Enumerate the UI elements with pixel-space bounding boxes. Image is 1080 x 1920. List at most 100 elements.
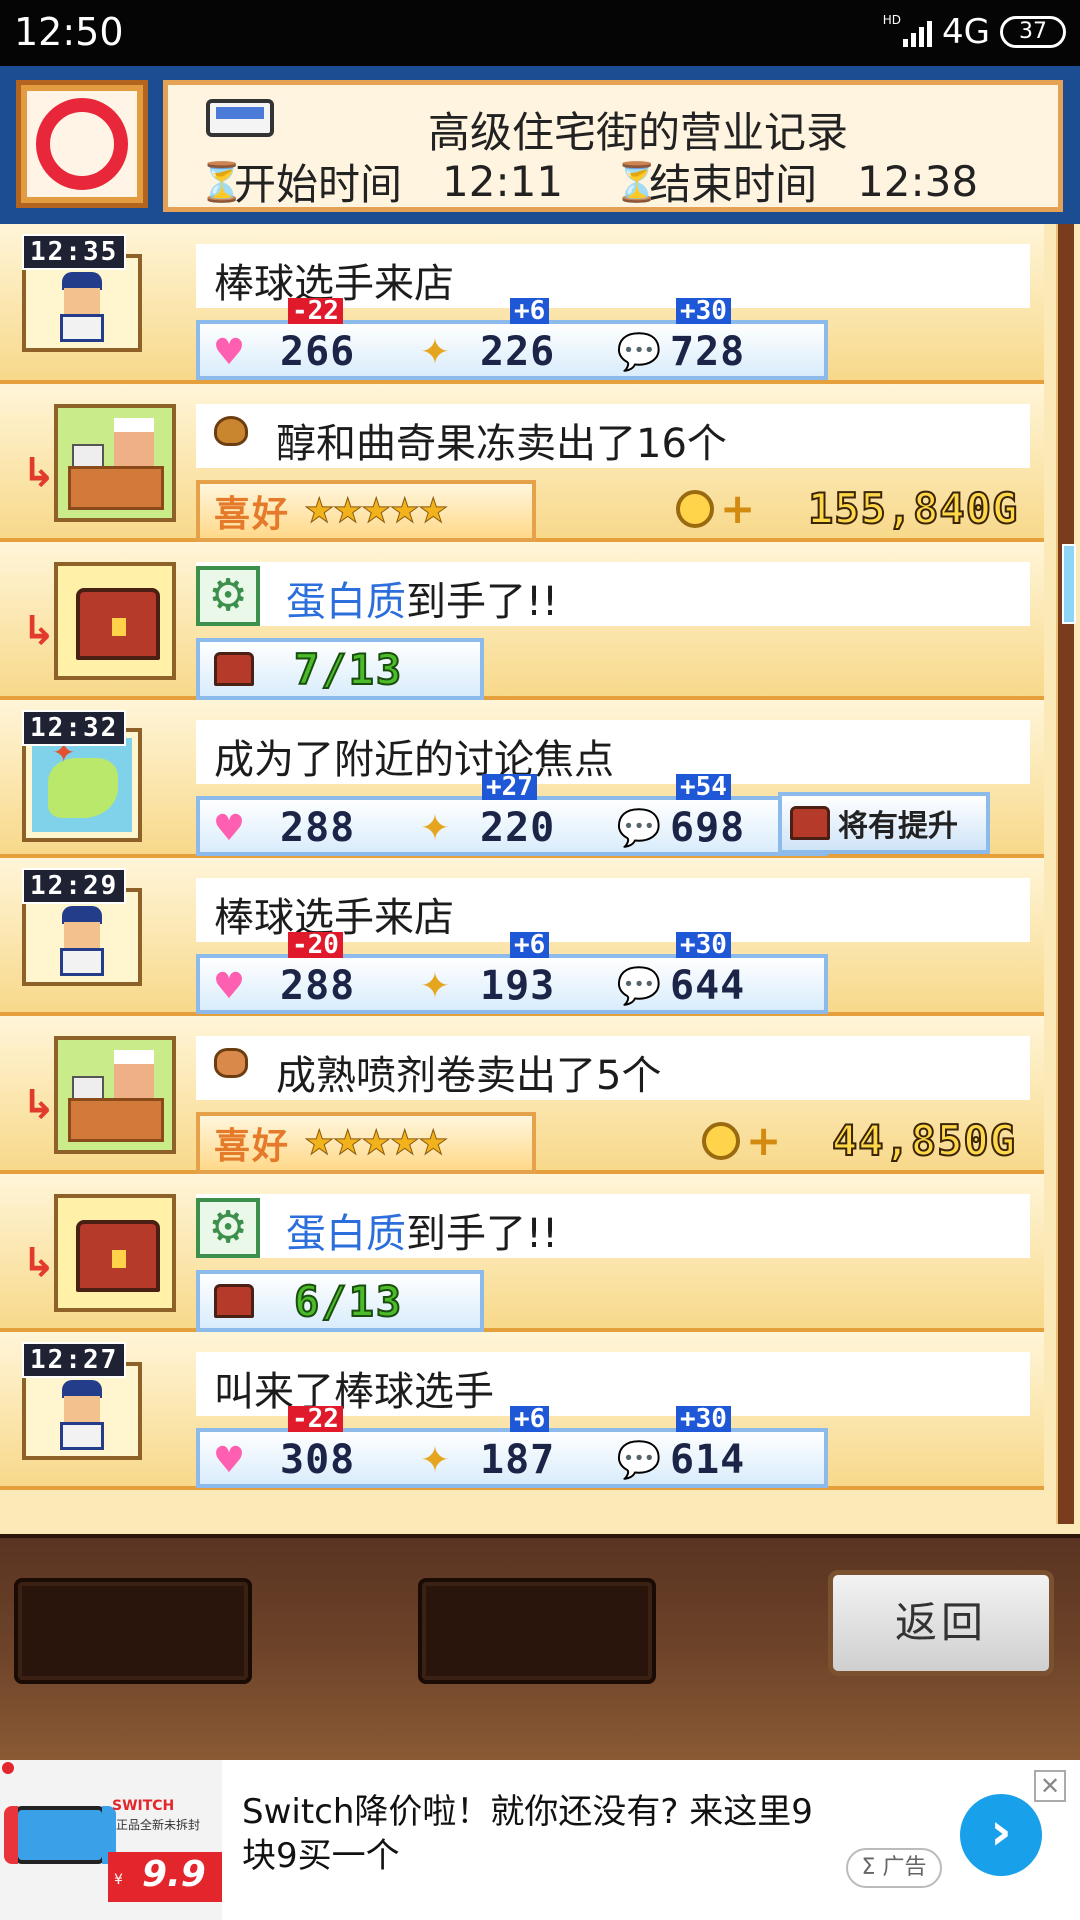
- sparkle-icon: ✦: [419, 807, 451, 849]
- fav-value: 226: [480, 329, 556, 375]
- heart-delta: -20: [288, 932, 343, 958]
- sparkle-icon: ✦: [419, 965, 451, 1007]
- preference-label: 喜好: [214, 1126, 291, 1167]
- preference-rating: 喜好 ★★★★★: [196, 1112, 536, 1174]
- ad-banner[interactable]: SWITCH 正品全新未拆封 ¥ 9.9 Switch降价啦！就你还没有? 来这…: [0, 1760, 1080, 1920]
- heart-icon: ♥: [212, 965, 246, 1007]
- item-obtained-text: 到手了!!: [406, 579, 559, 625]
- speech-bubble-icon: 💬: [616, 332, 662, 373]
- item-name: 蛋白质: [286, 1211, 406, 1257]
- count-value: 7/13: [293, 644, 404, 695]
- star-rating: ★★★★★: [304, 1123, 449, 1164]
- fav-value: 220: [480, 805, 556, 851]
- ad-close-button[interactable]: ✕: [1034, 1770, 1066, 1802]
- speech-bubble-icon: 💬: [616, 1440, 662, 1481]
- sale-text: 成熟喷剂卷卖出了5个: [276, 1053, 662, 1099]
- talk-delta: +30: [676, 298, 731, 324]
- upgrade-badge: 将有提升: [778, 792, 990, 854]
- row-time: 12:29: [22, 868, 127, 904]
- end-label: 结束时间: [649, 160, 818, 209]
- status-time: 12:50: [14, 10, 124, 54]
- preference-label: 喜好: [214, 494, 291, 535]
- heart-delta: -22: [288, 1406, 343, 1432]
- time-range: ⏳ 开始时间 12:11 ⏳ 结束时间 12:38: [198, 151, 978, 212]
- talk-value: 698: [670, 805, 746, 851]
- row-message: 醇和曲奇果冻卖出了16个: [196, 404, 1030, 468]
- game-console-icon: [4, 1806, 116, 1864]
- game-screen: 高级住宅街的营业记录 ⏳ 开始时间 12:11 ⏳ 结束时间 12:38 12:…: [0, 66, 1080, 1760]
- sub-entry-arrow-icon: ↳: [22, 608, 56, 654]
- coin-icon: [702, 1121, 740, 1160]
- gear-icon: ⚙: [196, 566, 260, 626]
- heart-icon: ♥: [212, 807, 246, 849]
- row-time: 12:35: [22, 234, 127, 270]
- speech-bubble-icon: 💬: [616, 966, 662, 1007]
- chest-icon: [214, 652, 254, 686]
- log-row: ↳ ⚙ 蛋白质到手了!! 7/13: [0, 542, 1044, 700]
- preference-rating: 喜好 ★★★★★: [196, 480, 536, 542]
- ad-badge-icon: [2, 1762, 14, 1774]
- item-count: 6/13: [196, 1270, 484, 1332]
- talk-value: 644: [670, 963, 746, 1009]
- ad-text[interactable]: Switch降价啦！就你还没有? 来这里9块9买一个: [242, 1790, 822, 1878]
- empty-slot: [14, 1578, 252, 1684]
- hourglass-icon: ⏳: [198, 159, 246, 204]
- upgrade-text: 将有提升: [838, 809, 958, 844]
- network-type: 4G: [942, 12, 990, 52]
- stats-bar: ♥ 288 -20 ✦ 193 +6 💬 644 +30: [196, 932, 828, 1014]
- hd-indicator: HD: [882, 13, 902, 27]
- cookie-jelly-icon: [214, 416, 248, 446]
- money-amount: 155,840G: [807, 483, 1019, 534]
- treasure-chest-icon: [54, 1194, 176, 1312]
- ad-label: Σ 广告: [846, 1848, 942, 1888]
- count-value: 6/13: [293, 1276, 404, 1327]
- heart-delta: -22: [288, 298, 343, 324]
- stats-bar: ♥ 266 -22 ✦ 226 +6 💬 728 +30: [196, 298, 828, 380]
- back-button[interactable]: 返回: [828, 1570, 1054, 1676]
- start-label: 开始时间: [234, 160, 403, 209]
- close-record-button[interactable]: [16, 80, 148, 208]
- sub-entry-arrow-icon: ↳: [22, 1240, 56, 1286]
- sparkle-icon: ✦: [419, 1439, 451, 1481]
- ad-open-button[interactable]: ›: [960, 1794, 1042, 1876]
- battery-icon: 37: [1000, 16, 1066, 48]
- shop-counter-icon: [54, 1036, 176, 1154]
- heart-icon: ♥: [212, 1439, 246, 1481]
- item-obtained-text: 到手了!!: [406, 1211, 559, 1257]
- coin-plus: +: [702, 1116, 781, 1165]
- fav-delta: +6: [510, 298, 550, 324]
- start-time: 12:11: [442, 157, 564, 206]
- ad-price-box: ¥ 9.9: [108, 1852, 222, 1902]
- talk-value: 728: [670, 329, 746, 375]
- talk-delta: +54: [676, 774, 731, 800]
- treasure-chest-icon: [54, 562, 176, 680]
- fav-value: 193: [480, 963, 556, 1009]
- chest-icon: [790, 806, 830, 840]
- signal-icon: [903, 17, 933, 47]
- status-indicators: HD 4G 37: [883, 12, 1066, 52]
- roll-icon: [214, 1048, 248, 1078]
- bottom-panel: 返回: [0, 1534, 1080, 1760]
- log-row: ↳ ⚙ 蛋白质到手了!! 6/13: [0, 1174, 1044, 1332]
- log-row: ↳ 成熟喷剂卷卖出了5个 喜好 ★★★★★ + 44,850G: [0, 1016, 1044, 1174]
- talk-delta: +30: [676, 932, 731, 958]
- log-row: 12:29 棒球选手来店 ♥ 288 -20 ✦ 193 +6 💬 644 +3…: [0, 858, 1044, 1016]
- log-list[interactable]: 12:35 棒球选手来店 ♥ 266 -22 ✦ 226 +6 💬 728 +3…: [0, 224, 1080, 1534]
- scrollbar-thumb[interactable]: [1062, 544, 1076, 624]
- record-header: 高级住宅街的营业记录 ⏳ 开始时间 12:11 ⏳ 结束时间 12:38: [0, 66, 1080, 224]
- fav-delta: +6: [510, 1406, 550, 1432]
- log-row: 12:35 棒球选手来店 ♥ 266 -22 ✦ 226 +6 💬 728 +3…: [0, 224, 1044, 384]
- hourglass-icon: ⏳: [613, 159, 661, 204]
- money-amount: 44,850G: [831, 1115, 1017, 1166]
- item-name: 蛋白质: [286, 579, 406, 625]
- star-rating: ★★★★★: [304, 491, 449, 532]
- heart-value: 308: [280, 1437, 356, 1483]
- ad-image[interactable]: SWITCH 正品全新未拆封 ¥ 9.9: [0, 1760, 222, 1920]
- scrollbar[interactable]: [1056, 224, 1074, 1524]
- sale-text: 醇和曲奇果冻卖出了16个: [276, 421, 727, 467]
- ad-price: 9.9: [142, 1854, 206, 1895]
- heart-value: 266: [280, 329, 356, 375]
- bus-icon: [206, 99, 274, 137]
- sparkle-icon: ✦: [419, 331, 451, 373]
- row-time: 12:27: [22, 1342, 127, 1378]
